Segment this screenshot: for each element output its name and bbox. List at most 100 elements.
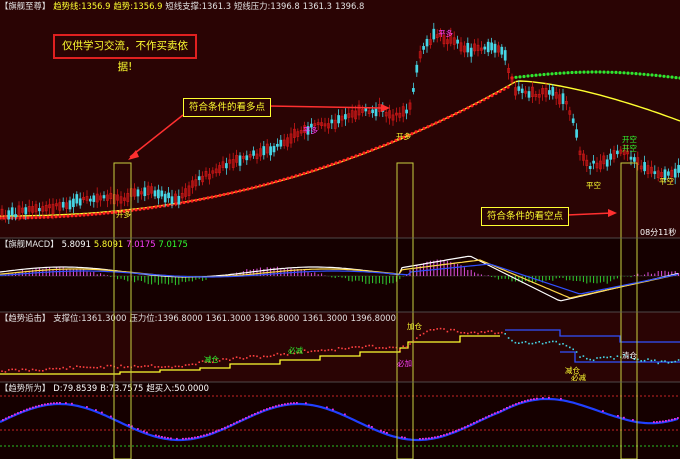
tc-point	[392, 346, 394, 349]
tc-point	[147, 365, 149, 367]
arrow-line	[268, 105, 386, 109]
tc-point	[280, 353, 282, 356]
oscillator-b-point	[203, 434, 205, 437]
trend-dot	[142, 207, 146, 211]
tc-point	[501, 331, 503, 334]
oscillator-b-point	[623, 416, 625, 419]
candle-body	[344, 114, 347, 120]
oscillator-b-point	[533, 398, 535, 400]
trend-dot	[90, 212, 94, 216]
candle-body	[102, 195, 106, 199]
candle-body	[143, 187, 147, 197]
tc-point	[337, 347, 340, 349]
tc-point	[552, 340, 554, 343]
tc-point	[538, 341, 540, 343]
candle-body	[337, 115, 340, 124]
main-price-pane[interactable]: 【旗舰至尊】 趋势线:1356.9 趋势:1356.9 短线支撑:1361.3 短线压力…	[0, 0, 680, 238]
tc-point	[11, 368, 13, 371]
tc-point	[28, 370, 30, 372]
oscillator-b-point	[50, 402, 52, 405]
oscillator-b-point	[485, 416, 487, 419]
tc-point	[222, 358, 224, 360]
trend-dot	[342, 158, 346, 162]
oscillator-b-point	[506, 407, 508, 409]
trend-dot	[66, 214, 70, 218]
tc-point	[276, 352, 279, 355]
trend-dot	[222, 192, 226, 197]
trend-dot	[538, 73, 542, 77]
tc-point	[599, 356, 602, 359]
tc-point	[660, 360, 663, 362]
tc-point	[79, 366, 81, 368]
tc-point	[409, 343, 411, 345]
tc-point	[582, 355, 585, 357]
tc-point	[344, 348, 347, 350]
tc-point	[514, 341, 517, 344]
trend-chase-pane[interactable]: 【趋势追击】 支撑位:1361.3000 压力位:1396.8000 1361.300…	[0, 312, 680, 382]
oscillator-b-point	[221, 428, 223, 430]
oscillator-b-point	[476, 420, 478, 423]
tc-point	[59, 368, 61, 370]
signal-close-long-top: 平多	[438, 29, 453, 38]
trend-dot	[478, 100, 482, 104]
tc-point	[460, 331, 462, 334]
oscillator-b-point	[419, 438, 421, 440]
tc-point	[606, 356, 608, 359]
oscillator-b-point	[110, 415, 112, 418]
trend-oscillator-pane[interactable]: 【趋势所为】 D:79.8539 B:73.7575 超买入:50.0000	[0, 382, 680, 459]
tc-point	[239, 357, 241, 359]
candle-body	[486, 41, 490, 53]
trend-dot	[522, 74, 526, 79]
oscillator-b-point	[233, 422, 235, 425]
oscillator-b-point	[428, 437, 430, 440]
tc-point	[42, 370, 44, 372]
macd-pane[interactable]: 【旗舰MACD】 5.8091 5.8091 7.0175 7.0175	[0, 238, 680, 312]
trend-dot	[474, 102, 478, 106]
trend-dot	[238, 189, 242, 193]
trend-dot	[446, 115, 450, 120]
trend-dot	[70, 214, 74, 218]
tc-point	[637, 358, 639, 361]
oscillator-b-point	[344, 413, 346, 416]
tc-point	[137, 366, 139, 368]
oscillator-b-point	[671, 418, 673, 421]
trend-dot	[470, 104, 474, 108]
trend-dot	[158, 204, 162, 208]
oscillator-b-point	[434, 436, 436, 439]
support-step-line	[0, 335, 500, 375]
trend-dot	[606, 70, 610, 74]
tc-point	[348, 347, 350, 350]
oscillator-b-point	[143, 430, 145, 433]
tc-point	[402, 345, 404, 347]
tc-point	[405, 346, 408, 349]
trend-dot	[374, 146, 378, 150]
oscillator-b-point	[164, 436, 166, 439]
tc-point	[21, 368, 24, 370]
trend-dot	[434, 121, 438, 125]
trend-dot	[46, 215, 50, 219]
candle-body	[272, 145, 276, 153]
tc-point	[38, 369, 41, 372]
oscillator-b-point	[170, 437, 172, 440]
tc-point	[667, 362, 670, 364]
trend-dot	[558, 71, 562, 75]
oscillator-b-point	[218, 429, 220, 432]
trend-dot	[562, 71, 566, 75]
oscillator-b-point	[8, 416, 10, 418]
oscillator-b-point	[47, 403, 49, 405]
candle-body	[616, 150, 619, 155]
oscillator-b-point	[518, 402, 520, 404]
candle-body	[609, 153, 612, 160]
trend-dot	[634, 72, 638, 76]
trend-dot	[554, 71, 558, 76]
tc-point	[31, 368, 34, 371]
signal-clear-3: 必减	[571, 373, 586, 382]
tc-point	[677, 359, 680, 361]
tc-point	[671, 361, 673, 363]
tc-point	[161, 366, 163, 368]
trend-dot	[590, 70, 594, 74]
candle-body	[677, 164, 680, 173]
oscillator-b-point	[371, 426, 373, 428]
trend-dot	[242, 188, 246, 192]
tc-point	[603, 356, 605, 358]
